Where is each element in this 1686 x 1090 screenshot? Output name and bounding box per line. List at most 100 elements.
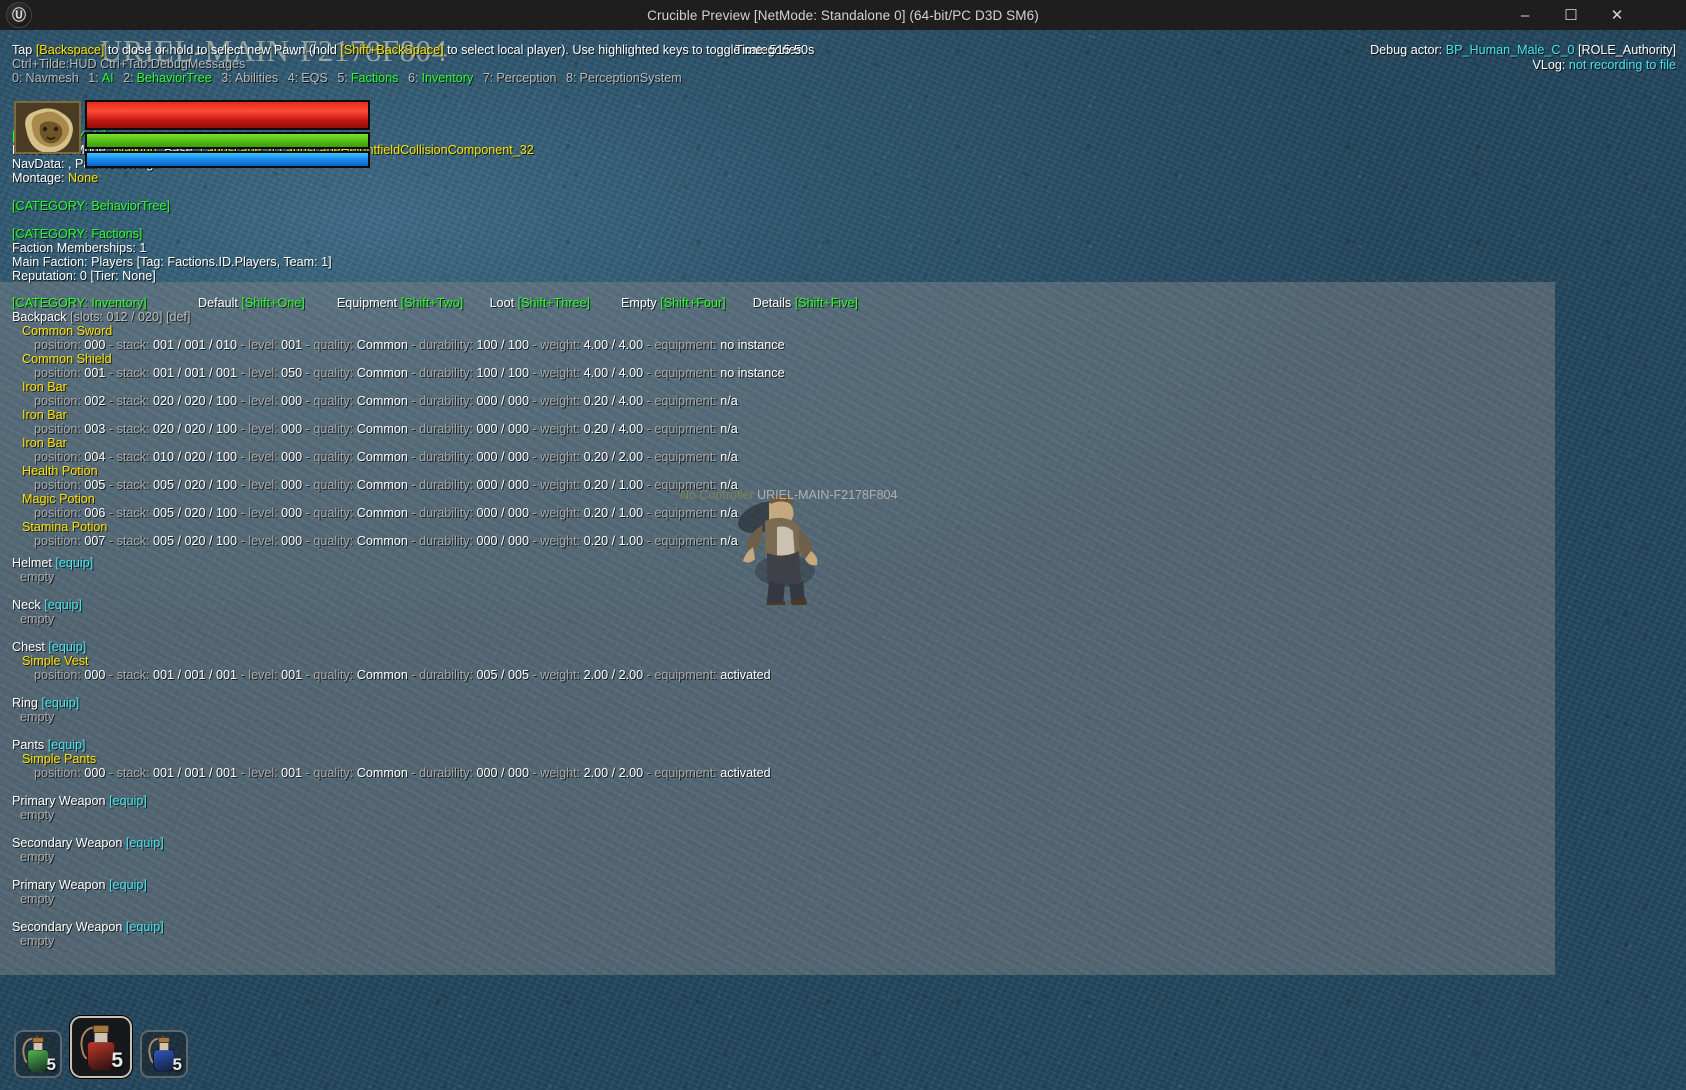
hotbar-slot-magic-potion[interactable]: 5 — [140, 1030, 188, 1078]
equip-tag[interactable]: [equip] — [48, 640, 86, 654]
item-detail-row: position: 006 - stack: 005 / 020 / 100 -… — [34, 506, 738, 520]
field-label-weight: weight: — [540, 366, 584, 380]
field-label-stack: stack: — [116, 668, 154, 682]
maximize-button[interactable]: ☐ — [1548, 0, 1594, 30]
equipment-slot-header[interactable]: Chest [equip] — [12, 640, 86, 654]
equipment-slot-header[interactable]: Primary Weapon [equip] — [12, 878, 147, 892]
equip-tag[interactable]: [equip] — [109, 878, 147, 892]
empty-text: empty — [20, 808, 55, 822]
category-toggle-behaviortree[interactable]: 2: BehaviorTree — [123, 71, 215, 85]
equipment-slot-header[interactable]: Ring [equip] — [12, 696, 79, 710]
field-label-position: position: — [34, 506, 85, 520]
category-toggle-abilities[interactable]: 3: Abilities — [221, 71, 281, 85]
field-label-quality: quality: — [313, 766, 357, 780]
empty-text: empty — [20, 710, 55, 724]
inventory-view-tab-default[interactable]: Default [Shift+One] — [198, 296, 305, 310]
field-label-position: position: — [34, 338, 85, 352]
inventory-tab-label: Empty — [621, 296, 661, 310]
item-detail-row: position: 002 - stack: 020 / 020 / 100 -… — [34, 394, 738, 408]
inventory-view-tab-loot[interactable]: Loot [Shift+Three] — [490, 296, 590, 310]
sep: - — [529, 534, 541, 548]
equipment-slot-header[interactable]: Secondary Weapon [equip] — [12, 836, 164, 850]
sep: - — [105, 394, 117, 408]
help-text-a: Tap — [12, 43, 36, 57]
equipped-item-name: Simple Pants — [22, 752, 96, 766]
equip-tag[interactable]: [equip] — [41, 696, 79, 710]
category-name: PerceptionSystem — [579, 71, 682, 85]
category-toggle-factions[interactable]: 5: Factions — [337, 71, 401, 85]
item-detail-row: position: 000 - stack: 001 / 001 / 001 -… — [34, 766, 771, 780]
session-time-text: Time: 515.50s — [735, 43, 815, 57]
category-name: BehaviorTree — [136, 71, 212, 85]
equip-tag[interactable]: [equip] — [126, 836, 164, 850]
field-label-durability: durability: — [419, 534, 477, 548]
equipment-slot-header[interactable]: Pants [equip] — [12, 738, 86, 752]
sep: - — [302, 450, 314, 464]
field-label-quality: quality: — [313, 534, 357, 548]
inventory-tab-label: Details — [752, 296, 795, 310]
category-toggle-perception[interactable]: 7: Perception — [483, 71, 560, 85]
sep: - — [105, 422, 117, 436]
inventory-item-name[interactable]: Common Sword — [22, 324, 112, 338]
sep: - — [302, 394, 314, 408]
inventory-item-name[interactable]: Common Shield — [22, 352, 112, 366]
field-label-level: level: — [248, 394, 282, 408]
category-toggle-navmesh[interactable]: 0: Navmesh — [12, 71, 82, 85]
equipment-slot-header[interactable]: Neck [equip] — [12, 598, 82, 612]
hotbar-slot-count: 5 — [46, 1055, 56, 1074]
field-label-weight: weight: — [540, 450, 584, 464]
inventory-item-name[interactable]: Iron Bar — [22, 436, 67, 450]
equipment-slot-header[interactable]: Secondary Weapon [equip] — [12, 920, 164, 934]
equip-tag[interactable]: [equip] — [109, 794, 147, 808]
sep: - — [237, 534, 249, 548]
app-window: Ⓤ Crucible Preview [NetMode: Standalone … — [0, 0, 1686, 1090]
inventory-view-tab-details[interactable]: Details [Shift+Five] — [753, 296, 858, 310]
consumable-hotbar[interactable]: 5 5 5 — [14, 1016, 188, 1078]
equipment-slot-header[interactable]: Primary Weapon [equip] — [12, 794, 147, 808]
field-label-weight: weight: — [540, 478, 584, 492]
shift-backspace-key-hint: [Shift+BackSpace] — [340, 43, 444, 57]
sep: - — [643, 766, 655, 780]
factions-line: Reputation: 0 [Tier: None] — [12, 269, 156, 283]
inventory-view-tab-empty[interactable]: Empty [Shift+Four] — [621, 296, 726, 310]
inventory-item-name[interactable]: Stamina Potion — [22, 520, 107, 534]
category-key: 0: — [12, 71, 23, 85]
category-toggle-perceptionsystem[interactable]: 8: PerceptionSystem — [566, 71, 685, 85]
equipment-slot-name: Neck — [12, 598, 45, 612]
sep: - — [529, 506, 541, 520]
equip-tag[interactable]: [equip] — [126, 920, 164, 934]
category-inventory-title-text: [CATEGORY: Inventory] — [12, 296, 147, 310]
sep: - — [407, 422, 420, 436]
inventory-item-name[interactable]: Iron Bar — [22, 408, 67, 422]
field-label-level: level: — [248, 450, 282, 464]
close-button[interactable]: ✕ — [1594, 0, 1640, 30]
inventory-item-name[interactable]: Health Potion — [22, 464, 98, 478]
field-value-equipment: no instance — [720, 366, 785, 380]
field-label-equipment: equipment: — [654, 338, 721, 352]
field-value-stack: 001 / 001 / 001 — [153, 366, 238, 380]
session-time: Time: 515.50s — [735, 43, 814, 57]
equipment-slot-header[interactable]: Helmet [equip] — [12, 556, 93, 570]
hotbar-slot-health-potion[interactable]: 5 — [70, 1016, 132, 1078]
field-value-durability: 100 / 100 — [476, 366, 530, 380]
category-toggle-eqs[interactable]: 4: EQS — [288, 71, 331, 85]
equip-tag[interactable]: [equip] — [55, 556, 93, 570]
inventory-view-tab-equipment[interactable]: Equipment [Shift+Two] — [337, 296, 463, 310]
inventory-item-name[interactable]: Magic Potion — [22, 492, 95, 506]
field-label-equipment: equipment: — [654, 366, 721, 380]
field-label-equipment: equipment: — [654, 422, 721, 436]
category-toggle-inventory[interactable]: 6: Inventory — [408, 71, 476, 85]
game-viewport[interactable]: No Controller URIEL-MAIN-F2178F804 URIEL… — [0, 30, 1686, 1090]
category-toggle-ai[interactable]: 1: AI — [88, 71, 116, 85]
field-label-durability: durability: — [419, 394, 477, 408]
field-value-durability: 005 / 005 — [476, 668, 530, 682]
field-value-stack: 005 / 020 / 100 — [153, 478, 238, 492]
minimize-button[interactable]: – — [1502, 0, 1548, 30]
equip-tag[interactable]: [equip] — [44, 598, 82, 612]
field-label-stack: stack: — [116, 394, 154, 408]
item-name-text: Iron Bar — [22, 408, 67, 422]
inventory-item-name[interactable]: Iron Bar — [22, 380, 67, 394]
category-toggle-row[interactable]: 0: Navmesh 1: AI 2: BehaviorTree 3: Abilitie… — [12, 71, 688, 85]
hotbar-slot-stamina-potion[interactable]: 5 — [14, 1030, 62, 1078]
equip-tag[interactable]: [equip] — [48, 738, 86, 752]
